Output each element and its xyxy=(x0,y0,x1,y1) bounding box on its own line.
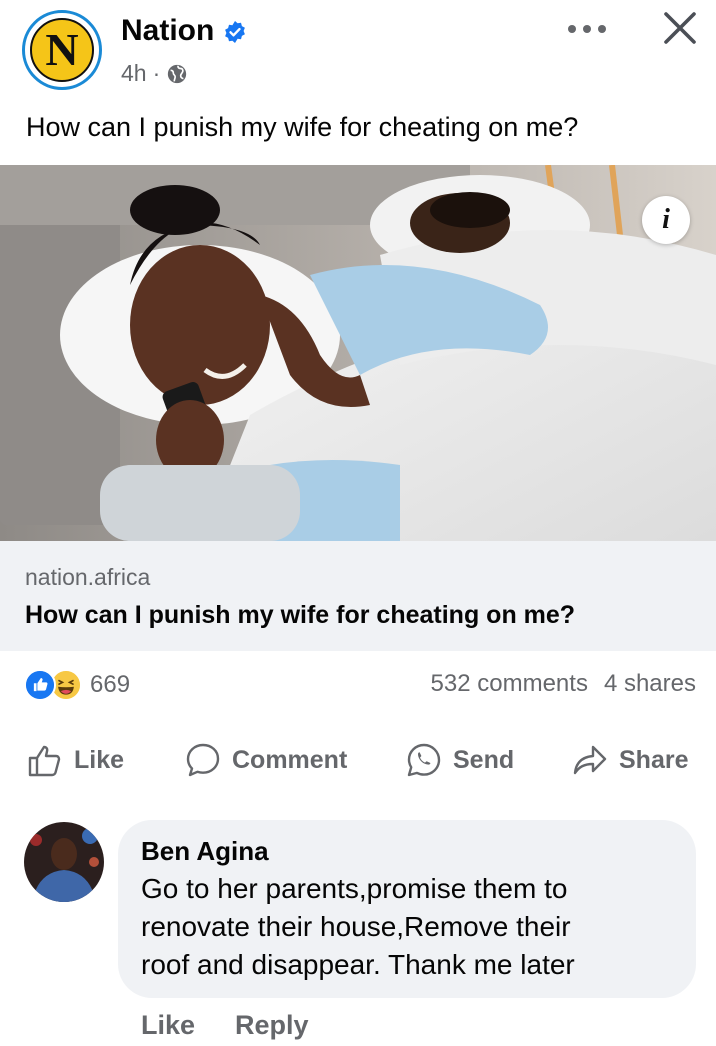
like-icon xyxy=(24,669,56,701)
page-logo-letter: N xyxy=(30,18,94,82)
link-preview[interactable] xyxy=(0,541,716,651)
post-text: How can I punish my wife for cheating on… xyxy=(26,112,579,142)
link-domain: nation.africa xyxy=(25,564,151,590)
more-options-button[interactable] xyxy=(564,14,610,44)
comment-button[interactable]: Comment xyxy=(184,740,347,780)
comment-like-button[interactable]: Like xyxy=(141,1010,195,1041)
comment-text-line: renovate their house,Remove their xyxy=(141,911,571,942)
page-name[interactable]: Nation xyxy=(121,14,214,48)
send-button[interactable]: Send xyxy=(405,740,514,780)
share-label: Share xyxy=(619,745,689,774)
comment-bubble-icon xyxy=(186,743,220,777)
reaction-count: 669 xyxy=(90,671,131,698)
globe-icon xyxy=(168,64,187,83)
commenter-name[interactable]: Ben Agina xyxy=(141,836,269,867)
send-label: Send xyxy=(453,745,515,774)
dot-icon xyxy=(568,25,576,33)
page-avatar[interactable]: N xyxy=(22,10,102,90)
post-header: N Nation 4h · xyxy=(0,0,716,100)
post-image[interactable] xyxy=(0,165,716,541)
like-label: Like xyxy=(74,745,125,774)
comment-label: Comment xyxy=(232,745,348,774)
reactions-summary[interactable]: 669 xyxy=(24,668,130,702)
close-icon[interactable] xyxy=(660,8,700,48)
shares-count[interactable]: 4 shares xyxy=(604,670,696,698)
comment-text-line: roof and disappear. Thank me later xyxy=(141,949,575,980)
image-info-button[interactable]: i xyxy=(642,196,690,244)
whatsapp-icon xyxy=(407,743,441,777)
dot-icon xyxy=(583,25,591,33)
dot-icon xyxy=(598,25,606,33)
link-title[interactable]: How can I punish my wife for cheating on… xyxy=(25,601,575,630)
post-time[interactable]: 4h xyxy=(121,60,147,87)
share-button[interactable]: Share xyxy=(571,740,688,780)
post-stats: 532 comments 4 shares xyxy=(431,670,696,698)
meta-separator: · xyxy=(152,60,161,86)
comments-count[interactable]: 532 comments xyxy=(431,670,588,698)
thumbs-up-icon xyxy=(28,745,61,777)
commenter-photo xyxy=(24,822,104,902)
post-meta: 4h · xyxy=(121,60,188,87)
share-arrow-icon xyxy=(573,745,607,775)
verified-badge-icon xyxy=(225,21,245,43)
comment-actions: Like Reply xyxy=(141,1010,309,1041)
bedroom-photo xyxy=(0,165,716,541)
comment-reply-button[interactable]: Reply xyxy=(235,1010,309,1041)
commenter-avatar[interactable] xyxy=(24,822,104,902)
comment-text-line: Go to her parents,promise them to xyxy=(141,873,568,904)
like-button[interactable]: Like xyxy=(26,740,124,780)
